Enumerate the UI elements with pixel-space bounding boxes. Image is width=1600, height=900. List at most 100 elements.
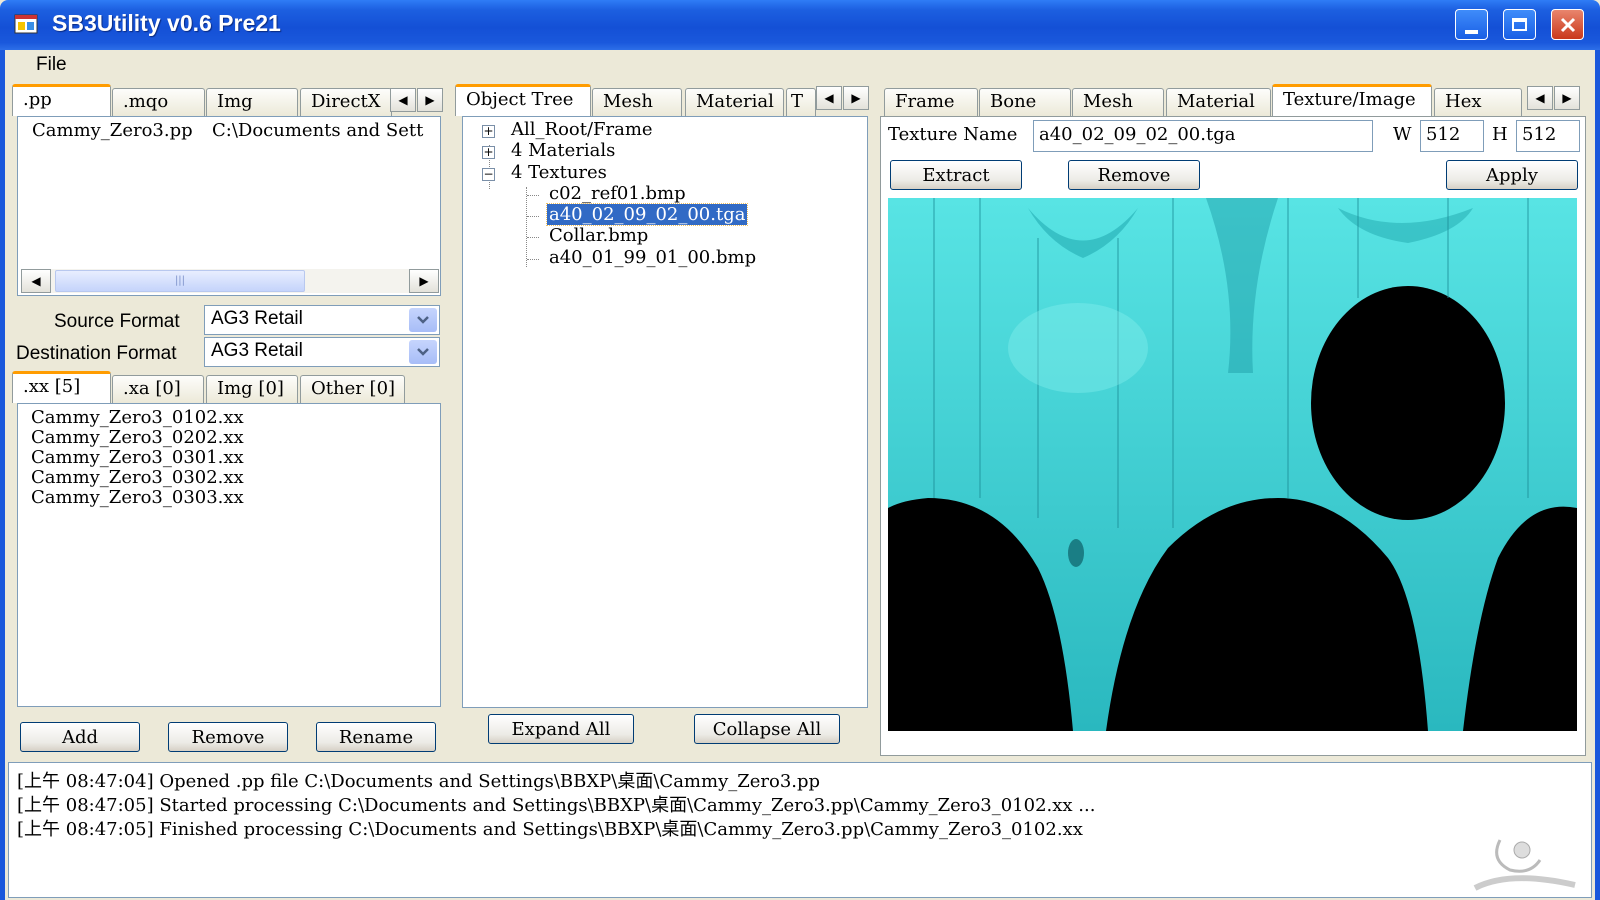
tab-scroll-right[interactable]: ▶ bbox=[417, 88, 443, 112]
log-line: [上午 08:47:05] Finished processing C:\Doc… bbox=[17, 819, 1083, 840]
watermark-logo bbox=[1470, 830, 1580, 894]
tree-node-texture[interactable]: a40_01_99_01_00.bmp bbox=[549, 247, 756, 268]
rename-button[interactable]: Rename bbox=[316, 722, 436, 752]
arrow-left-icon: ◀ bbox=[398, 93, 408, 107]
height-input[interactable]: 512 bbox=[1516, 120, 1580, 152]
maximize-button[interactable] bbox=[1503, 9, 1536, 40]
close-button[interactable] bbox=[1551, 9, 1584, 40]
source-format-value: AG3 Retail bbox=[211, 308, 303, 329]
tab-bone[interactable]: Bone bbox=[979, 88, 1071, 116]
app-icon bbox=[14, 13, 40, 37]
tree-node-materials[interactable]: 4 Materials bbox=[511, 140, 615, 161]
log-line: [上午 08:47:04] Opened .pp file C:\Documen… bbox=[17, 771, 821, 792]
tab-scroll-left[interactable]: ◀ bbox=[1527, 86, 1553, 110]
list-item[interactable]: Cammy_Zero3_0302.xx bbox=[31, 468, 244, 488]
pp-file-list[interactable]: Cammy_Zero3.pp C:\Documents and Sett ◀ |… bbox=[17, 116, 441, 296]
arrow-left-icon: ◀ bbox=[31, 274, 41, 288]
expand-all-button[interactable]: Expand All bbox=[488, 714, 634, 744]
xx-file-list[interactable]: Cammy_Zero3_0102.xx Cammy_Zero3_0202.xx … bbox=[17, 403, 441, 707]
hscroll-right[interactable]: ▶ bbox=[409, 269, 439, 293]
tab-directx[interactable]: DirectX bbox=[300, 88, 392, 116]
texture-name-label: Texture Name bbox=[888, 124, 1018, 145]
menu-file[interactable]: File bbox=[36, 54, 67, 76]
log-output[interactable]: [上午 08:47:04] Opened .pp file C:\Documen… bbox=[8, 762, 1592, 898]
width-label: W bbox=[1393, 124, 1412, 145]
hscroll-left[interactable]: ◀ bbox=[21, 269, 51, 293]
tab-pp[interactable]: .pp bbox=[12, 84, 111, 116]
source-format-select[interactable]: AG3 Retail bbox=[204, 305, 440, 335]
tree-node-texture[interactable]: c02_ref01.bmp bbox=[549, 183, 686, 204]
arrow-right-icon: ▶ bbox=[425, 93, 435, 107]
tab-frame[interactable]: Frame bbox=[884, 88, 978, 116]
tab-img-count[interactable]: Img [0] bbox=[206, 375, 298, 403]
maximize-icon bbox=[1512, 18, 1527, 31]
collapse-all-button[interactable]: Collapse All bbox=[694, 714, 840, 744]
arrow-left-icon: ◀ bbox=[1535, 91, 1545, 105]
arrow-right-icon: ▶ bbox=[419, 274, 429, 288]
tab-scroll-left[interactable]: ◀ bbox=[390, 88, 416, 112]
height-label: H bbox=[1492, 124, 1508, 145]
remove-texture-button[interactable]: Remove bbox=[1068, 160, 1200, 190]
close-icon bbox=[1560, 17, 1575, 32]
tree-line bbox=[526, 187, 527, 267]
tab-scroll-right[interactable]: ▶ bbox=[1554, 86, 1580, 110]
source-format-label: Source Format bbox=[54, 311, 180, 332]
tree-line bbox=[527, 216, 539, 217]
arrow-right-icon: ▶ bbox=[851, 91, 861, 105]
window-border-right bbox=[1595, 50, 1600, 900]
tree-node-texture[interactable]: Collar.bmp bbox=[549, 225, 648, 246]
tab-material-right[interactable]: Material bbox=[1166, 88, 1271, 116]
tree-line bbox=[527, 259, 539, 260]
tree-node-textures[interactable]: 4 Textures bbox=[511, 162, 607, 183]
pp-file-name[interactable]: Cammy_Zero3.pp bbox=[32, 121, 193, 141]
tab-object-tree[interactable]: Object Tree bbox=[455, 84, 591, 116]
tree-node-root[interactable]: All_Root/Frame bbox=[511, 119, 653, 140]
tab-scroll-left[interactable]: ◀ bbox=[816, 86, 842, 110]
collapse-icon[interactable]: − bbox=[482, 168, 495, 181]
tab-xa[interactable]: .xa [0] bbox=[112, 375, 204, 403]
window-title: SB3Utility v0.6 Pre21 bbox=[52, 10, 281, 36]
texture-preview bbox=[888, 198, 1577, 731]
tab-mqo[interactable]: .mqo bbox=[112, 88, 205, 116]
expand-icon[interactable]: + bbox=[482, 125, 495, 138]
pp-list-hscrollbar[interactable]: ◀ ||| ▶ bbox=[21, 269, 439, 293]
texture-name-input[interactable]: a40_02_09_02_00.tga bbox=[1033, 120, 1373, 152]
tab-scroll-right[interactable]: ▶ bbox=[843, 86, 869, 110]
apply-button[interactable]: Apply bbox=[1446, 160, 1578, 190]
destination-format-select[interactable]: AG3 Retail bbox=[204, 337, 440, 367]
destination-format-label: Destination Format bbox=[16, 343, 177, 364]
tree-line bbox=[527, 237, 539, 238]
pp-file-path: C:\Documents and Sett bbox=[212, 121, 424, 141]
tab-mesh-right[interactable]: Mesh bbox=[1072, 88, 1164, 116]
minimize-icon bbox=[1465, 29, 1478, 34]
tab-img[interactable]: Img bbox=[206, 88, 298, 116]
arrow-left-icon: ◀ bbox=[824, 91, 834, 105]
list-item[interactable]: Cammy_Zero3_0202.xx bbox=[31, 428, 244, 448]
list-item[interactable]: Cammy_Zero3_0301.xx bbox=[31, 448, 244, 468]
tab-hex[interactable]: Hex bbox=[1434, 88, 1522, 116]
expand-icon[interactable]: + bbox=[482, 146, 495, 159]
destination-format-value: AG3 Retail bbox=[211, 340, 303, 361]
hscroll-thumb[interactable]: ||| bbox=[55, 270, 305, 292]
source-format-dropdown[interactable] bbox=[409, 308, 437, 332]
object-tree[interactable]: + All_Root/Frame + 4 Materials − 4 Textu… bbox=[462, 116, 868, 708]
add-button[interactable]: Add bbox=[20, 722, 140, 752]
width-input[interactable]: 512 bbox=[1420, 120, 1484, 152]
tab-mesh-middle[interactable]: Mesh bbox=[592, 88, 682, 116]
destination-format-dropdown[interactable] bbox=[409, 340, 437, 364]
tab-texture-image[interactable]: Texture/Image bbox=[1272, 84, 1432, 116]
log-line: [上午 08:47:05] Started processing C:\Docu… bbox=[17, 795, 1096, 816]
tab-xx[interactable]: .xx [5] bbox=[12, 371, 111, 403]
tree-node-texture-selected[interactable]: a40_02_09_02_00.tga bbox=[545, 203, 749, 226]
tab-t[interactable]: T bbox=[786, 88, 816, 116]
chevron-down-icon bbox=[417, 316, 429, 324]
extract-button[interactable]: Extract bbox=[890, 160, 1022, 190]
minimize-button[interactable] bbox=[1455, 9, 1488, 40]
list-item[interactable]: Cammy_Zero3_0303.xx bbox=[31, 488, 244, 508]
tab-material-middle[interactable]: Material bbox=[685, 88, 784, 116]
chevron-down-icon bbox=[417, 348, 429, 356]
tab-other[interactable]: Other [0] bbox=[300, 375, 405, 403]
arrow-right-icon: ▶ bbox=[1562, 91, 1572, 105]
list-item[interactable]: Cammy_Zero3_0102.xx bbox=[31, 408, 244, 428]
remove-file-button[interactable]: Remove bbox=[168, 722, 288, 752]
